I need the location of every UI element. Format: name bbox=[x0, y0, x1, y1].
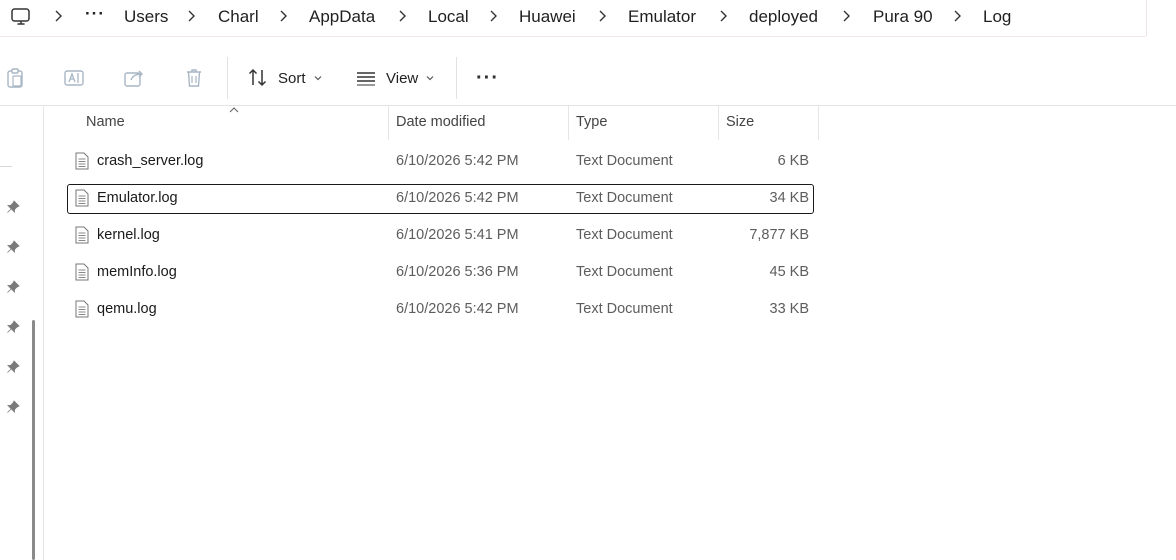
file-name: kernel.log bbox=[97, 227, 160, 243]
column-size[interactable]: Size bbox=[726, 114, 754, 130]
file-size: 7,877 KB bbox=[749, 227, 809, 243]
file-date-modified: 6/10/2026 5:36 PM bbox=[396, 264, 519, 280]
file-type: Text Document bbox=[576, 264, 673, 280]
file-row[interactable]: memInfo.log 6/10/2026 5:36 PM Text Docum… bbox=[67, 258, 814, 288]
chevron-right-icon[interactable] bbox=[53, 9, 63, 23]
rename-icon[interactable] bbox=[63, 67, 85, 89]
file-row[interactable]: qemu.log 6/10/2026 5:42 PM Text Document… bbox=[67, 295, 814, 325]
address-bar-end bbox=[1146, 0, 1176, 36]
chevron-down-icon bbox=[314, 76, 321, 81]
breadcrumb-emulator[interactable]: Emulator bbox=[628, 7, 696, 27]
breadcrumb-huawei[interactable]: Huawei bbox=[519, 7, 576, 27]
column-type[interactable]: Type bbox=[576, 114, 607, 130]
sort-button[interactable]: Sort bbox=[247, 65, 323, 91]
sort-label: Sort bbox=[278, 69, 306, 87]
view-label: View bbox=[386, 69, 419, 87]
file-type: Text Document bbox=[576, 227, 673, 243]
file-name: memInfo.log bbox=[97, 264, 177, 280]
breadcrumb-deployed[interactable]: deployed bbox=[749, 7, 818, 27]
text-document-icon bbox=[75, 189, 89, 207]
more-options-button[interactable]: ··· bbox=[476, 68, 499, 88]
file-size: 6 KB bbox=[777, 153, 809, 169]
this-pc-icon[interactable] bbox=[10, 6, 32, 28]
sort-ascending-icon bbox=[229, 107, 239, 113]
pin-icon[interactable] bbox=[6, 320, 20, 334]
chevron-right-icon[interactable] bbox=[718, 9, 728, 23]
text-document-icon bbox=[75, 152, 89, 170]
file-row-selected[interactable]: Emulator.log 6/10/2026 5:42 PM Text Docu… bbox=[67, 184, 814, 214]
column-divider[interactable] bbox=[718, 106, 719, 140]
sort-icon bbox=[248, 68, 267, 87]
file-name: qemu.log bbox=[97, 301, 157, 317]
address-bar[interactable]: ··· Users Charl AppData Local Huawei Emu… bbox=[0, 0, 1146, 37]
file-date-modified: 6/10/2026 5:42 PM bbox=[396, 190, 519, 206]
file-date-modified: 6/10/2026 5:42 PM bbox=[396, 153, 519, 169]
file-date-modified: 6/10/2026 5:42 PM bbox=[396, 301, 519, 317]
file-row[interactable]: crash_server.log 6/10/2026 5:42 PM Text … bbox=[67, 147, 814, 177]
text-document-icon bbox=[75, 263, 89, 281]
file-name: crash_server.log bbox=[97, 153, 204, 169]
chevron-right-icon[interactable] bbox=[952, 9, 962, 23]
column-date-modified[interactable]: Date modified bbox=[396, 114, 485, 130]
file-explorer-window: ··· Users Charl AppData Local Huawei Emu… bbox=[0, 0, 1176, 560]
navigation-pane bbox=[0, 106, 44, 560]
breadcrumb-pura-90[interactable]: Pura 90 bbox=[873, 7, 933, 27]
chevron-right-icon[interactable] bbox=[278, 9, 288, 23]
file-row[interactable]: kernel.log 6/10/2026 5:41 PM Text Docume… bbox=[67, 221, 814, 251]
paste-icon[interactable] bbox=[4, 67, 26, 89]
column-divider[interactable] bbox=[818, 106, 819, 140]
file-type: Text Document bbox=[576, 301, 673, 317]
chevron-right-icon[interactable] bbox=[841, 9, 851, 23]
file-type: Text Document bbox=[576, 190, 673, 206]
nav-divider bbox=[0, 166, 12, 167]
file-name: Emulator.log bbox=[97, 190, 178, 206]
chevron-right-icon[interactable] bbox=[488, 9, 498, 23]
pin-icon[interactable] bbox=[6, 240, 20, 254]
column-divider[interactable] bbox=[388, 106, 389, 140]
breadcrumb-log[interactable]: Log bbox=[983, 7, 1011, 27]
file-type: Text Document bbox=[576, 153, 673, 169]
pin-icon[interactable] bbox=[6, 280, 20, 294]
toolbar-separator bbox=[227, 57, 228, 99]
chevron-right-icon[interactable] bbox=[186, 9, 196, 23]
breadcrumb-local[interactable]: Local bbox=[428, 7, 469, 27]
breadcrumb-users[interactable]: Users bbox=[124, 7, 168, 27]
column-divider[interactable] bbox=[568, 106, 569, 140]
file-size: 34 KB bbox=[769, 190, 810, 206]
breadcrumb-overflow[interactable]: ··· bbox=[85, 4, 105, 24]
text-document-icon bbox=[75, 300, 89, 318]
file-size: 45 KB bbox=[769, 264, 810, 280]
chevron-down-icon bbox=[426, 76, 434, 81]
command-bar: Sort View ··· bbox=[0, 37, 1176, 106]
pin-icon[interactable] bbox=[6, 360, 20, 374]
chevron-right-icon[interactable] bbox=[597, 9, 607, 23]
file-size: 33 KB bbox=[769, 301, 810, 317]
text-document-icon bbox=[75, 226, 89, 244]
breadcrumb-appdata[interactable]: AppData bbox=[309, 7, 375, 27]
nav-scrollbar[interactable] bbox=[32, 320, 35, 560]
toolbar-separator bbox=[456, 57, 457, 99]
chevron-right-icon[interactable] bbox=[397, 9, 407, 23]
share-icon[interactable] bbox=[123, 67, 145, 89]
view-button[interactable]: View bbox=[355, 65, 435, 91]
column-name[interactable]: Name bbox=[86, 114, 125, 130]
breadcrumb-charl[interactable]: Charl bbox=[218, 7, 259, 27]
delete-icon[interactable] bbox=[183, 67, 205, 89]
pin-icon[interactable] bbox=[6, 200, 20, 214]
pin-icon[interactable] bbox=[6, 400, 20, 414]
file-date-modified: 6/10/2026 5:41 PM bbox=[396, 227, 519, 243]
view-list-icon bbox=[357, 72, 375, 86]
